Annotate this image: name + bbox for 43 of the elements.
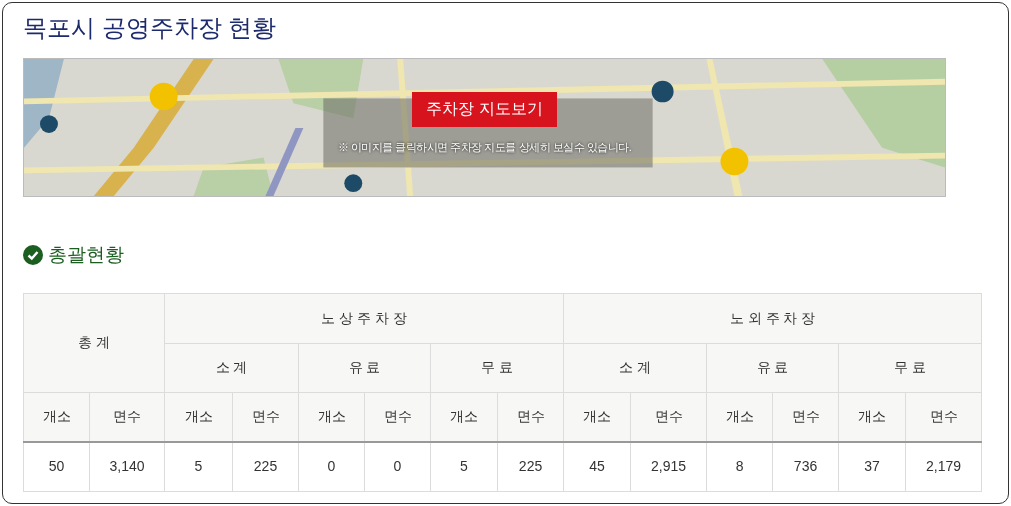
table-cell: 5 <box>164 442 233 491</box>
header-cell: 면수 <box>630 392 707 442</box>
table-cell: 45 <box>563 442 631 491</box>
page-title: 목포시 공영주차장 현황 <box>23 13 278 43</box>
header-cell: 개소 <box>298 392 365 442</box>
header-cell: 소 계 <box>164 343 299 392</box>
header-cell: 개소 <box>563 392 631 442</box>
table-cell: 736 <box>772 442 839 491</box>
table-cell: 225 <box>232 442 299 491</box>
header-cell: 무 료 <box>430 343 564 392</box>
header-cell: 노 상 주 차 장 <box>164 293 564 343</box>
map-view-button[interactable]: 주차장 지도보기 <box>412 91 557 127</box>
header-cell: 개소 <box>706 392 773 442</box>
table-cell: 37 <box>838 442 906 491</box>
check-circle-icon <box>23 245 43 266</box>
header-cell: 개소 <box>164 392 233 442</box>
header-cell: 면수 <box>497 392 564 442</box>
header-cell: 개소 <box>838 392 906 442</box>
header-cell: 총 계 <box>23 293 165 392</box>
header-cell: 면수 <box>772 392 839 442</box>
header-cell: 면수 <box>905 392 982 442</box>
header-cell: 무 료 <box>838 343 982 392</box>
table-cell: 8 <box>706 442 773 491</box>
header-cell: 면수 <box>364 392 431 442</box>
header-cell: 노 외 주 차 장 <box>563 293 982 343</box>
map-notice: ※ 이미지를 클릭하시면 주차장 지도를 상세히 보실수 있습니다. <box>337 139 632 155</box>
table-cell: 0 <box>298 442 365 491</box>
map-banner[interactable]: 주차장 지도보기 ※ 이미지를 클릭하시면 주차장 지도를 상세히 보실수 있습니다. <box>23 58 946 197</box>
header-cell: 유 료 <box>706 343 839 392</box>
table-cell: 3,140 <box>89 442 165 491</box>
header-cell: 면수 <box>232 392 299 442</box>
table-cell: 2,915 <box>630 442 707 491</box>
header-cell: 유 료 <box>298 343 431 392</box>
table-cell: 50 <box>23 442 90 491</box>
table-cell: 5 <box>430 442 498 491</box>
table-cell: 2,179 <box>905 442 982 491</box>
table-cell: 225 <box>497 442 564 491</box>
header-cell: 개소 <box>23 392 90 442</box>
table-cell: 0 <box>364 442 431 491</box>
header-cell: 소 계 <box>563 343 707 392</box>
section-title: 총괄현황 <box>48 243 124 267</box>
header-cell: 개소 <box>430 392 498 442</box>
header-cell: 면수 <box>89 392 165 442</box>
